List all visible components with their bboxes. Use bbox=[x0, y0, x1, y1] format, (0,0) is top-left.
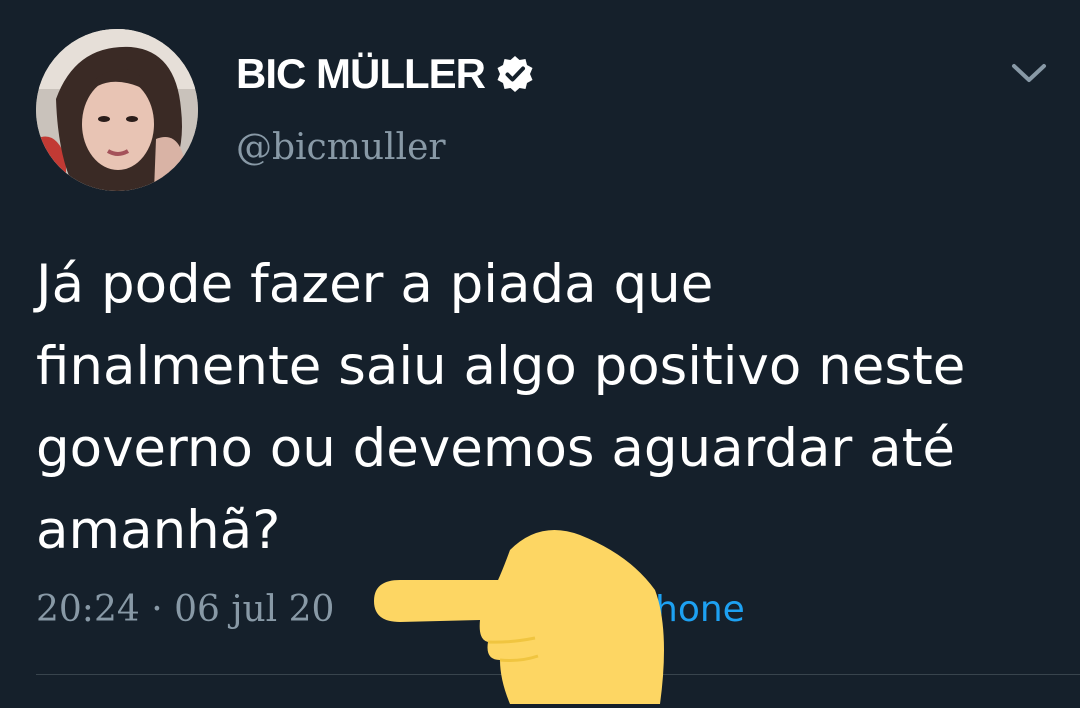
verified-badge-icon bbox=[495, 54, 535, 94]
author-handle[interactable]: @bicmuller bbox=[236, 124, 446, 172]
author-display-name[interactable]: BIC MÜLLER bbox=[236, 48, 486, 100]
pointing-hand-emoji bbox=[360, 510, 680, 704]
author-name-row[interactable]: BIC MÜLLER bbox=[236, 48, 535, 100]
chevron-down-icon[interactable] bbox=[1008, 58, 1050, 88]
avatar[interactable] bbox=[36, 29, 198, 191]
tweet-timestamp[interactable]: 20:24 · 06 jul 20 bbox=[36, 584, 334, 636]
avatar-photo bbox=[36, 29, 198, 191]
